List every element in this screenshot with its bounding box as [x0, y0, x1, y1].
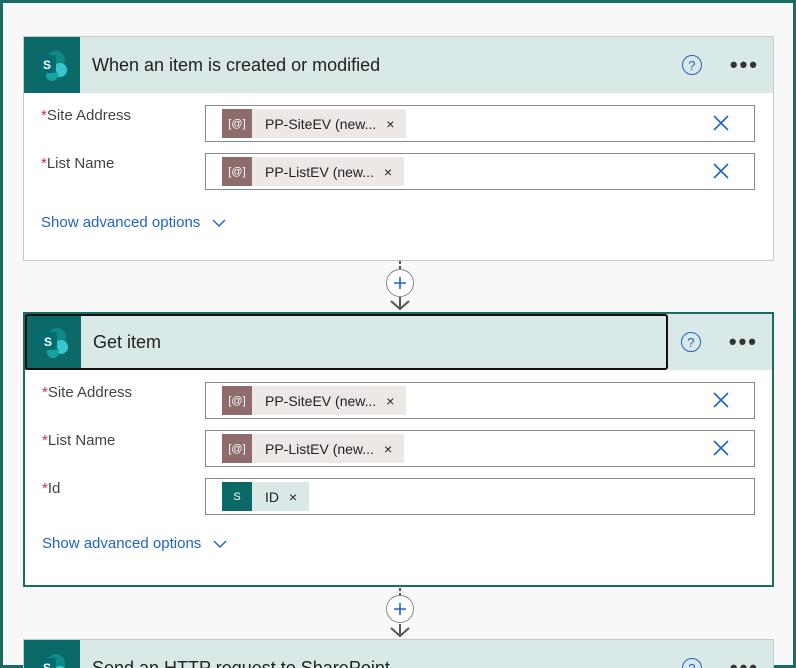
list-name-row: *List Name [@] PP-ListEV (new... × — [41, 153, 756, 190]
site-address-row: *Site Address [@] PP-SiteEV (new... × — [42, 382, 755, 419]
clear-field-icon[interactable] — [712, 114, 730, 132]
token-label: PP-ListEV (new... — [265, 163, 374, 180]
field-label: *List Name — [42, 432, 116, 449]
more-options-icon[interactable]: ••• — [730, 657, 759, 668]
more-options-icon[interactable]: ••• — [730, 54, 759, 76]
site-address-input[interactable]: [@] PP-SiteEV (new... × — [205, 105, 755, 142]
token-label: PP-ListEV (new... — [265, 440, 374, 457]
remove-token-icon[interactable]: × — [384, 441, 392, 457]
token-label: PP-SiteEV (new... — [265, 115, 377, 132]
get-item-card: S Get item ? ••• *Site Address [@] PP-Si… — [23, 312, 774, 587]
chevron-down-icon — [213, 540, 227, 548]
add-step-button[interactable] — [386, 269, 414, 297]
trigger-card-header[interactable]: S When an item is created or modified ? … — [24, 37, 773, 93]
variable-token-icon: [@] — [222, 386, 252, 415]
trigger-card-body: *Site Address [@] PP-SiteEV (new... × *L… — [24, 93, 773, 231]
svg-text:S: S — [43, 661, 51, 668]
help-icon[interactable]: ? — [680, 332, 701, 352]
plus-icon — [394, 277, 406, 289]
card-title: When an item is created or modified — [92, 54, 381, 75]
svg-text:S: S — [44, 335, 52, 349]
clear-field-icon[interactable] — [712, 439, 730, 457]
dynamic-token[interactable]: S ID × — [222, 482, 310, 511]
more-options-icon[interactable]: ••• — [729, 331, 758, 353]
show-advanced-options-link[interactable]: Show advanced options — [42, 535, 755, 552]
sharepoint-logo-icon: S — [24, 37, 80, 93]
remove-token-icon[interactable]: × — [386, 393, 394, 409]
variable-token-icon: [@] — [222, 434, 252, 463]
dynamic-token[interactable]: [@] PP-SiteEV (new... × — [222, 386, 407, 415]
id-row: *Id S ID × — [42, 478, 755, 515]
get-item-card-header[interactable]: S Get item ? ••• — [25, 314, 772, 370]
field-label: *Site Address — [42, 384, 133, 401]
svg-text:S: S — [43, 58, 51, 72]
remove-token-icon[interactable]: × — [386, 116, 394, 132]
card-title: Get item — [93, 331, 162, 352]
list-name-input[interactable]: [@] PP-ListEV (new... × — [205, 430, 755, 467]
field-label: *Site Address — [41, 107, 132, 124]
site-address-row: *Site Address [@] PP-SiteEV (new... × — [41, 105, 756, 142]
list-name-row: *List Name [@] PP-ListEV (new... × — [42, 430, 755, 467]
http-request-card-header[interactable]: S Send an HTTP request to SharePoint ? •… — [24, 640, 773, 668]
token-label: ID — [265, 488, 279, 505]
sharepoint-logo-icon: S — [25, 314, 81, 370]
dynamic-token[interactable]: [@] PP-SiteEV (new... × — [222, 109, 407, 138]
remove-token-icon[interactable]: × — [289, 489, 297, 505]
add-step-button[interactable] — [386, 595, 414, 623]
show-advanced-options-link[interactable]: Show advanced options — [41, 214, 756, 231]
plus-icon — [394, 603, 406, 615]
help-icon[interactable]: ? — [681, 55, 702, 75]
dynamic-token[interactable]: [@] PP-ListEV (new... × — [222, 157, 405, 186]
id-input[interactable]: S ID × — [205, 478, 755, 515]
trigger-card: S When an item is created or modified ? … — [23, 36, 774, 261]
field-label: *Id — [42, 480, 61, 497]
clear-field-icon[interactable] — [712, 162, 730, 180]
help-icon[interactable]: ? — [681, 658, 702, 668]
sharepoint-token-icon: S — [222, 482, 252, 511]
clear-field-icon[interactable] — [712, 391, 730, 409]
card-title: Send an HTTP request to SharePoint — [92, 657, 390, 668]
site-address-input[interactable]: [@] PP-SiteEV (new... × — [205, 382, 755, 419]
variable-token-icon: [@] — [222, 109, 252, 138]
sharepoint-logo-icon: S — [24, 640, 80, 668]
token-label: PP-SiteEV (new... — [265, 392, 377, 409]
flow-connector — [386, 588, 414, 640]
get-item-card-body: *Site Address [@] PP-SiteEV (new... × *L… — [25, 370, 772, 552]
variable-token-icon: [@] — [222, 157, 252, 186]
dynamic-token[interactable]: [@] PP-ListEV (new... × — [222, 434, 405, 463]
remove-token-icon[interactable]: × — [384, 164, 392, 180]
http-request-card: S Send an HTTP request to SharePoint ? •… — [23, 639, 774, 668]
field-label: *List Name — [41, 155, 115, 172]
list-name-input[interactable]: [@] PP-ListEV (new... × — [205, 153, 755, 190]
chevron-down-icon — [212, 219, 226, 227]
flow-connector — [386, 261, 414, 313]
